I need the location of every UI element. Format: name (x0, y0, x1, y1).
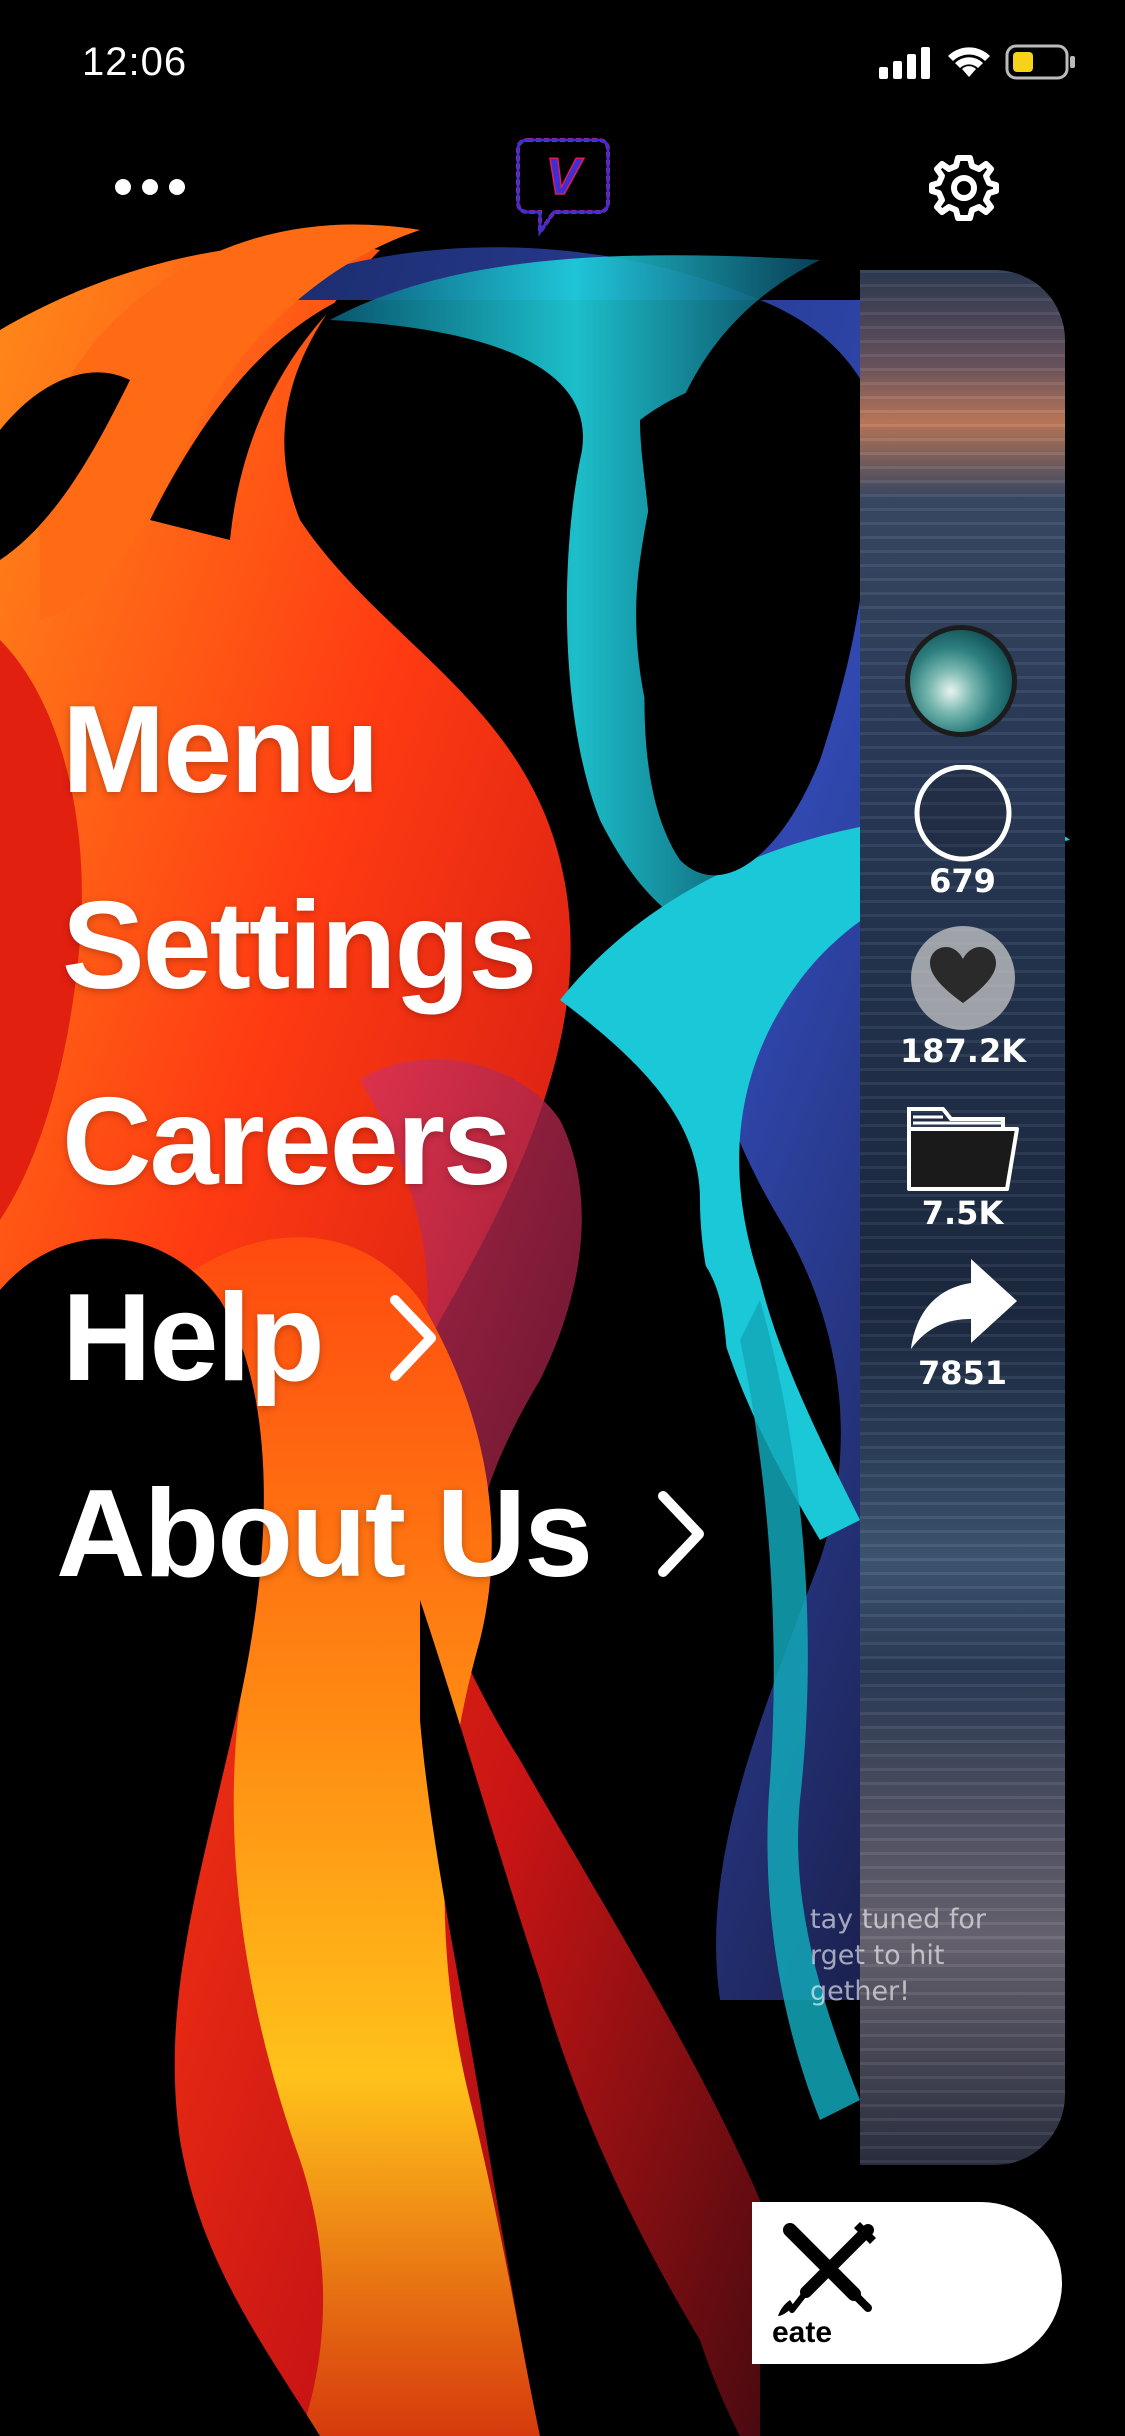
heart-icon (910, 926, 1015, 1030)
menu-item-label: Help (62, 1269, 325, 1407)
menu-item-help[interactable]: Help (62, 1268, 443, 1408)
more-dots-icon (115, 179, 131, 195)
chevron-right-icon (389, 1295, 436, 1381)
share-count: 7851 (917, 1354, 1008, 1392)
battery-icon (1005, 44, 1075, 80)
app-logo-icon[interactable]: V (514, 132, 612, 238)
wifi-icon (948, 47, 990, 77)
logo-letter: V (546, 148, 585, 206)
gear-icon[interactable] (928, 152, 1000, 224)
comment-count: 679 (929, 862, 996, 900)
menu-item-careers[interactable]: Careers (62, 1072, 512, 1212)
more-dot (142, 179, 158, 195)
create-label: eate (772, 2316, 833, 2349)
chevron-right-icon (658, 1491, 705, 1577)
more-dot (169, 179, 185, 195)
share-arrow-icon (910, 1259, 1017, 1349)
pen-brush-cross-icon (778, 2222, 876, 2316)
share-button[interactable]: 7851 (900, 1249, 1025, 1392)
menu-item-label: Settings (62, 877, 537, 1015)
menu-item-menu[interactable]: Menu (62, 680, 380, 820)
comment-button[interactable]: 679 (900, 764, 1025, 900)
menu-item-label: Menu (62, 681, 380, 819)
menu-item-about-us[interactable]: About Us (56, 1464, 711, 1604)
menu-item-settings[interactable]: Settings (62, 876, 537, 1016)
like-button[interactable]: 187.2K (900, 923, 1027, 1070)
create-button[interactable]: eate (752, 2202, 1062, 2364)
creator-avatar[interactable] (905, 625, 1017, 737)
status-time: 12:06 (82, 40, 188, 84)
status-icons (877, 44, 1077, 80)
like-count: 187.2K (900, 1032, 1027, 1070)
post-caption: tay tuned for rget to hit gether! (810, 1904, 986, 2007)
cellular-signal-icon (879, 47, 930, 79)
menu-item-label: Careers (62, 1073, 512, 1211)
save-count: 7.5K (921, 1194, 1004, 1232)
folder-icon (906, 1107, 1019, 1191)
save-button[interactable]: 7.5K (900, 1095, 1025, 1232)
comment-bubble-icon (914, 764, 1011, 862)
more-options-button[interactable] (115, 172, 185, 202)
menu-item-label: About Us (56, 1465, 593, 1603)
